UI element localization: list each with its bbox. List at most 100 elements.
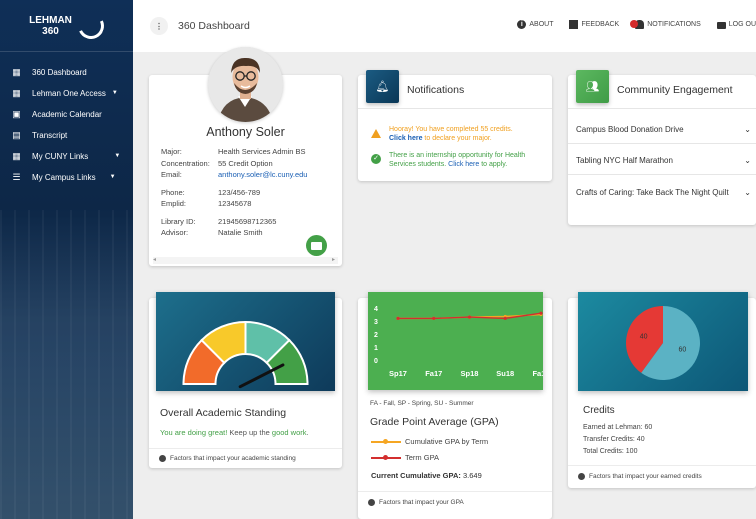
data-point	[539, 311, 543, 315]
footer-label: Factors that impact your academic standi…	[170, 455, 296, 462]
notification-message: Hooray! You have completed 55 credits.	[389, 126, 513, 133]
total-credits: Total Credits: 100	[583, 448, 638, 455]
scroll-right-arrow[interactable]: ▸	[332, 257, 335, 264]
chevron-down-icon: ⌄	[744, 188, 751, 197]
chevron-down-icon: ▼	[111, 90, 118, 96]
horizontal-scrollbar[interactable]: ◂ ▸	[153, 257, 338, 264]
profile-details: Major: Health Services Admin BS Concentra…	[161, 146, 307, 239]
field-value: 55 Credit Option	[218, 158, 273, 168]
field-label: Concentration:	[161, 158, 210, 168]
standing-footer[interactable]: Factors that impact your academic standi…	[149, 448, 342, 468]
gpa-title: Grade Point Average (GPA)	[370, 416, 499, 428]
pie-label: 40	[640, 334, 648, 341]
lehman-360-logo[interactable]: LEHMAN 360	[0, 0, 133, 52]
chevron-down-icon: ⌄	[744, 125, 751, 134]
legend-term: Term GPA	[371, 453, 439, 462]
field-label: Major:	[161, 147, 182, 156]
legend-cumulative: Cumulative GPA by Term	[371, 437, 488, 446]
apps-icon: ▦	[12, 150, 21, 161]
community-title: Community Engagement	[617, 84, 733, 96]
info-icon: i	[517, 20, 527, 29]
sidebar-item-dashboard[interactable]: ▦ 360 Dashboard	[0, 62, 133, 82]
profile-row-email: Email: anthony.soler@lc.cuny.edu	[161, 169, 307, 181]
notifications-card: 🔔︎ Notifications Hooray! You have comple…	[358, 70, 552, 181]
top-actions: i ABOUT FEEDBACK NOTIFICATIONS LOG OU	[517, 20, 756, 29]
bell-icon: 🔔︎	[366, 70, 399, 103]
profile-row-library-id: Library ID: 21945698712365	[161, 216, 307, 228]
credits-footer[interactable]: Factors that impact your earned credits	[568, 465, 756, 487]
standing-highlight: good work	[271, 428, 307, 437]
about-label: ABOUT	[529, 21, 554, 28]
info-icon	[159, 455, 166, 462]
logout-link[interactable]: LOG OU	[716, 21, 756, 29]
page-title: 360 Dashboard	[178, 20, 250, 32]
gpa-footer[interactable]: Factors that impact your GPA	[358, 491, 552, 513]
menu-button[interactable]: ⋮	[150, 17, 168, 35]
logout-label: LOG OU	[728, 21, 756, 28]
sidebar-nav: ▦ 360 Dashboard ▦ Lehman One Access ▼ ▣ …	[0, 62, 133, 188]
notification-item: ✓ There is an internship opportunity for…	[371, 152, 545, 169]
notification-text: There is an internship opportunity for H…	[389, 152, 545, 169]
campus-background-image	[0, 210, 133, 519]
feedback-icon	[569, 20, 579, 29]
community-item[interactable]: Tabling NYC Half Marathon ⌄	[576, 156, 751, 165]
earned-credits: Earned at Lehman: 60	[583, 424, 653, 431]
credits-pie-chart: 40 60	[626, 306, 700, 380]
legend-swatch	[371, 438, 401, 444]
x-tick-label: Sp18	[461, 369, 479, 378]
community-item[interactable]: Crafts of Caring: Take Back The Night Qu…	[576, 188, 751, 197]
field-label: Phone:	[161, 187, 185, 197]
field-label: Library ID:	[161, 216, 196, 226]
chevron-down-icon: ▼	[114, 153, 121, 159]
people-icon: 👥︎	[576, 70, 609, 103]
about-link[interactable]: i ABOUT	[517, 20, 553, 29]
gauge-chart	[182, 320, 309, 389]
sidebar-item-transcript[interactable]: ▤ Transcript	[0, 125, 133, 145]
sidebar-item-label: Transcript	[32, 130, 68, 140]
credits-title: Credits	[583, 405, 615, 416]
y-tick-label: 3	[374, 319, 378, 326]
field-value: Natalie Smith	[218, 228, 263, 237]
sidebar-item-label: My Campus Links	[32, 172, 96, 182]
sidebar-item-label: 360 Dashboard	[32, 67, 87, 77]
declare-major-link[interactable]: Click here	[389, 135, 422, 142]
standing-text: Keep up the	[227, 428, 272, 437]
current-gpa-label: Current Cumulative GPA:	[371, 471, 461, 480]
chevron-down-icon: ▼	[109, 174, 116, 180]
feedback-link[interactable]: FEEDBACK	[569, 20, 619, 29]
community-item[interactable]: Campus Blood Donation Drive ⌄	[576, 125, 751, 134]
sidebar-item-label: My CUNY Links	[32, 151, 89, 161]
x-tick-label: Su18	[496, 369, 514, 378]
divider	[358, 108, 552, 109]
list-icon: ☰	[12, 171, 21, 182]
feedback-label: FEEDBACK	[581, 21, 620, 28]
x-tick-label: Sp17	[389, 369, 407, 378]
sidebar: LEHMAN 360 ▦ 360 Dashboard ▦ Lehman One A…	[0, 0, 133, 519]
internship-link[interactable]: Click here	[448, 161, 479, 168]
profile-row-emplid: Emplid: 12345678	[161, 198, 307, 210]
standing-text: .	[306, 428, 309, 437]
sidebar-item-academic-calendar[interactable]: ▣ Academic Calendar	[0, 104, 133, 124]
id-card-button[interactable]	[306, 235, 327, 256]
notifications-link[interactable]: NOTIFICATIONS	[630, 20, 701, 29]
info-icon	[368, 499, 375, 506]
current-gpa: Current Cumulative GPA: 3.649	[371, 471, 482, 480]
sidebar-item-my-cuny-links[interactable]: ▦ My CUNY Links ▼	[0, 146, 133, 166]
sidebar-item-my-campus-links[interactable]: ☰ My Campus Links ▼	[0, 167, 133, 187]
id-card-icon	[311, 241, 322, 250]
notifications-title: Notifications	[407, 84, 465, 96]
student-name: Anthony Soler	[206, 125, 285, 139]
data-point	[467, 315, 472, 319]
data-point	[396, 316, 400, 320]
notification-suffix: to apply.	[479, 160, 508, 168]
email-link[interactable]: anthony.soler@lc.cuny.edu	[218, 169, 307, 181]
scroll-left-arrow[interactable]: ◂	[153, 257, 156, 263]
apps-icon: ▦	[12, 87, 21, 98]
standing-highlight: You are doing great!	[160, 428, 228, 437]
top-bar: ⋮ 360 Dashboard i ABOUT FEEDBACK NOTIFICA…	[133, 0, 756, 52]
field-value: 12345678	[218, 199, 252, 208]
profile-row-phone: Phone: 123/456-789	[161, 187, 307, 199]
logo-number: 360	[42, 25, 59, 37]
sidebar-item-lehman-one-access[interactable]: ▦ Lehman One Access ▼	[0, 83, 133, 103]
footer-label: Factors that impact your GPA	[379, 499, 464, 506]
